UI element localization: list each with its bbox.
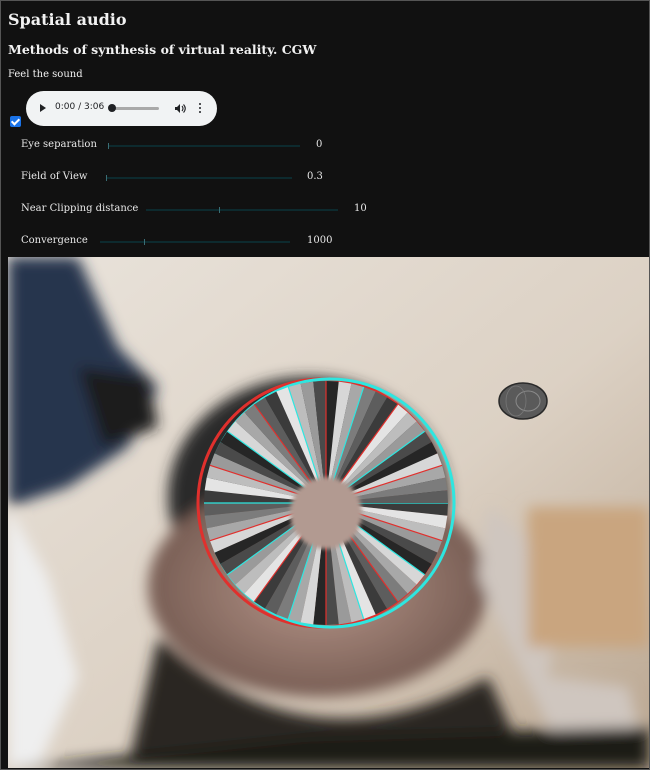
scene-canvas: [8, 257, 649, 768]
audio-time: 0:00 / 3:06: [55, 102, 105, 112]
convergence-value: 1000: [307, 235, 333, 246]
near-clipping-label: Near Clipping distance: [21, 203, 139, 214]
audio-progress-track[interactable]: [113, 107, 159, 110]
page-title: Spatial audio: [8, 10, 127, 29]
audio-player[interactable]: 0:00 / 3:06: [26, 91, 217, 126]
audio-caption: Feel the sound: [8, 69, 83, 80]
volume-icon[interactable]: [174, 103, 186, 114]
field-of-view-slider[interactable]: [106, 175, 292, 181]
eye-separation-label: Eye separation: [21, 139, 97, 150]
page-subtitle: Methods of synthesis of virtual reality.…: [8, 42, 317, 57]
field-of-view-value: 0.3: [307, 171, 323, 182]
webgl-scene[interactable]: [8, 257, 649, 768]
convergence-slider[interactable]: [100, 239, 290, 245]
more-icon[interactable]: [198, 103, 202, 114]
audio-enable-checkbox[interactable]: [10, 116, 21, 127]
field-of-view-label: Field of View: [21, 171, 88, 182]
play-icon[interactable]: [40, 104, 46, 112]
sound-source-sphere: [498, 382, 548, 420]
near-clipping-value: 10: [354, 203, 367, 214]
convergence-label: Convergence: [21, 235, 88, 246]
near-clipping-slider[interactable]: [146, 207, 338, 213]
eye-separation-slider[interactable]: [108, 143, 300, 149]
eye-separation-value: 0: [316, 139, 323, 150]
audio-progress-thumb[interactable]: [108, 104, 116, 112]
